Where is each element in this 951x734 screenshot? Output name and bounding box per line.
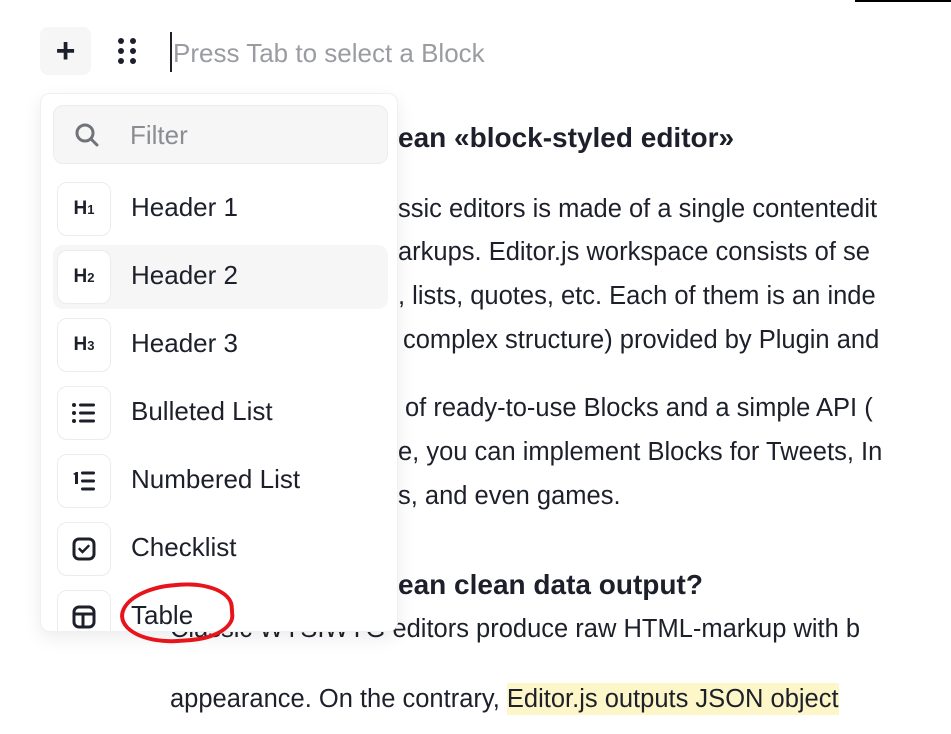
item-label: Header 3: [131, 328, 238, 358]
filter-placeholder: Filter: [130, 120, 188, 150]
heading-clean-data: ean clean data output?: [398, 569, 703, 600]
paragraph-line: appearance. On the contrary, Editor.js o…: [170, 683, 839, 715]
checklist-icon: [57, 522, 111, 576]
h1-icon: H1: [57, 182, 111, 236]
bulleted-list-icon: [57, 386, 111, 440]
toolbox-item-header-1[interactable]: H 1 Header 1: [53, 177, 388, 241]
item-label: Numbered List: [131, 464, 301, 494]
toolbox-item-checklist[interactable]: Checklist: [53, 517, 388, 581]
h3-icon: H3: [57, 318, 111, 372]
paragraph-line: , lists, quotes, etc. Each of them is an…: [398, 282, 876, 310]
item-label: Checklist: [131, 532, 237, 562]
plain-text: appearance. On the contrary,: [170, 685, 507, 713]
item-label: Bulleted List: [131, 396, 273, 426]
drag-handle[interactable]: [112, 33, 142, 69]
highlighted-text: Editor.js outputs JSON object: [506, 683, 839, 715]
add-block-button[interactable]: +: [40, 27, 91, 75]
plus-icon: +: [55, 31, 76, 70]
toolbox-item-bulleted-list[interactable]: Bulleted List: [53, 381, 388, 445]
paragraph-line: e, you can implement Blocks for Tweets, …: [398, 438, 883, 466]
h2-icon: H2: [57, 250, 111, 304]
heading-block-styled: ean «block-styled editor»: [398, 122, 735, 153]
toolbox-item-header-2[interactable]: H 2 Header 2: [53, 245, 388, 309]
table-icon: [57, 590, 111, 631]
paragraph-line: of ready-to-use Blocks and a simple API …: [405, 394, 873, 422]
block-placeholder[interactable]: Press Tab to select a Block: [173, 38, 485, 69]
paragraph-line: complex structure) provided by Plugin an…: [403, 326, 880, 354]
item-label: Header 1: [131, 192, 238, 222]
toolbox-item-header-3[interactable]: H 3 Header 3: [53, 313, 388, 377]
numbered-list-icon: [57, 454, 111, 508]
top-bar-edge: [855, 0, 951, 2]
item-label: Header 2: [131, 260, 238, 290]
filter-input[interactable]: Filter: [53, 105, 388, 164]
paragraph-line: arkups. Editor.js workspace consists of …: [398, 238, 870, 266]
block-toolbox-popup: Filter H 1 Header 1 H 2 Header 2 H 3 Header 3 …: [40, 93, 398, 632]
paragraph-line: s, and even games.: [398, 482, 621, 510]
search-icon: [75, 123, 99, 147]
text-caret: [170, 32, 172, 72]
paragraph-line: ssic editors is made of a single content…: [398, 195, 878, 223]
toolbox-item-numbered-list[interactable]: Numbered List: [53, 449, 388, 513]
